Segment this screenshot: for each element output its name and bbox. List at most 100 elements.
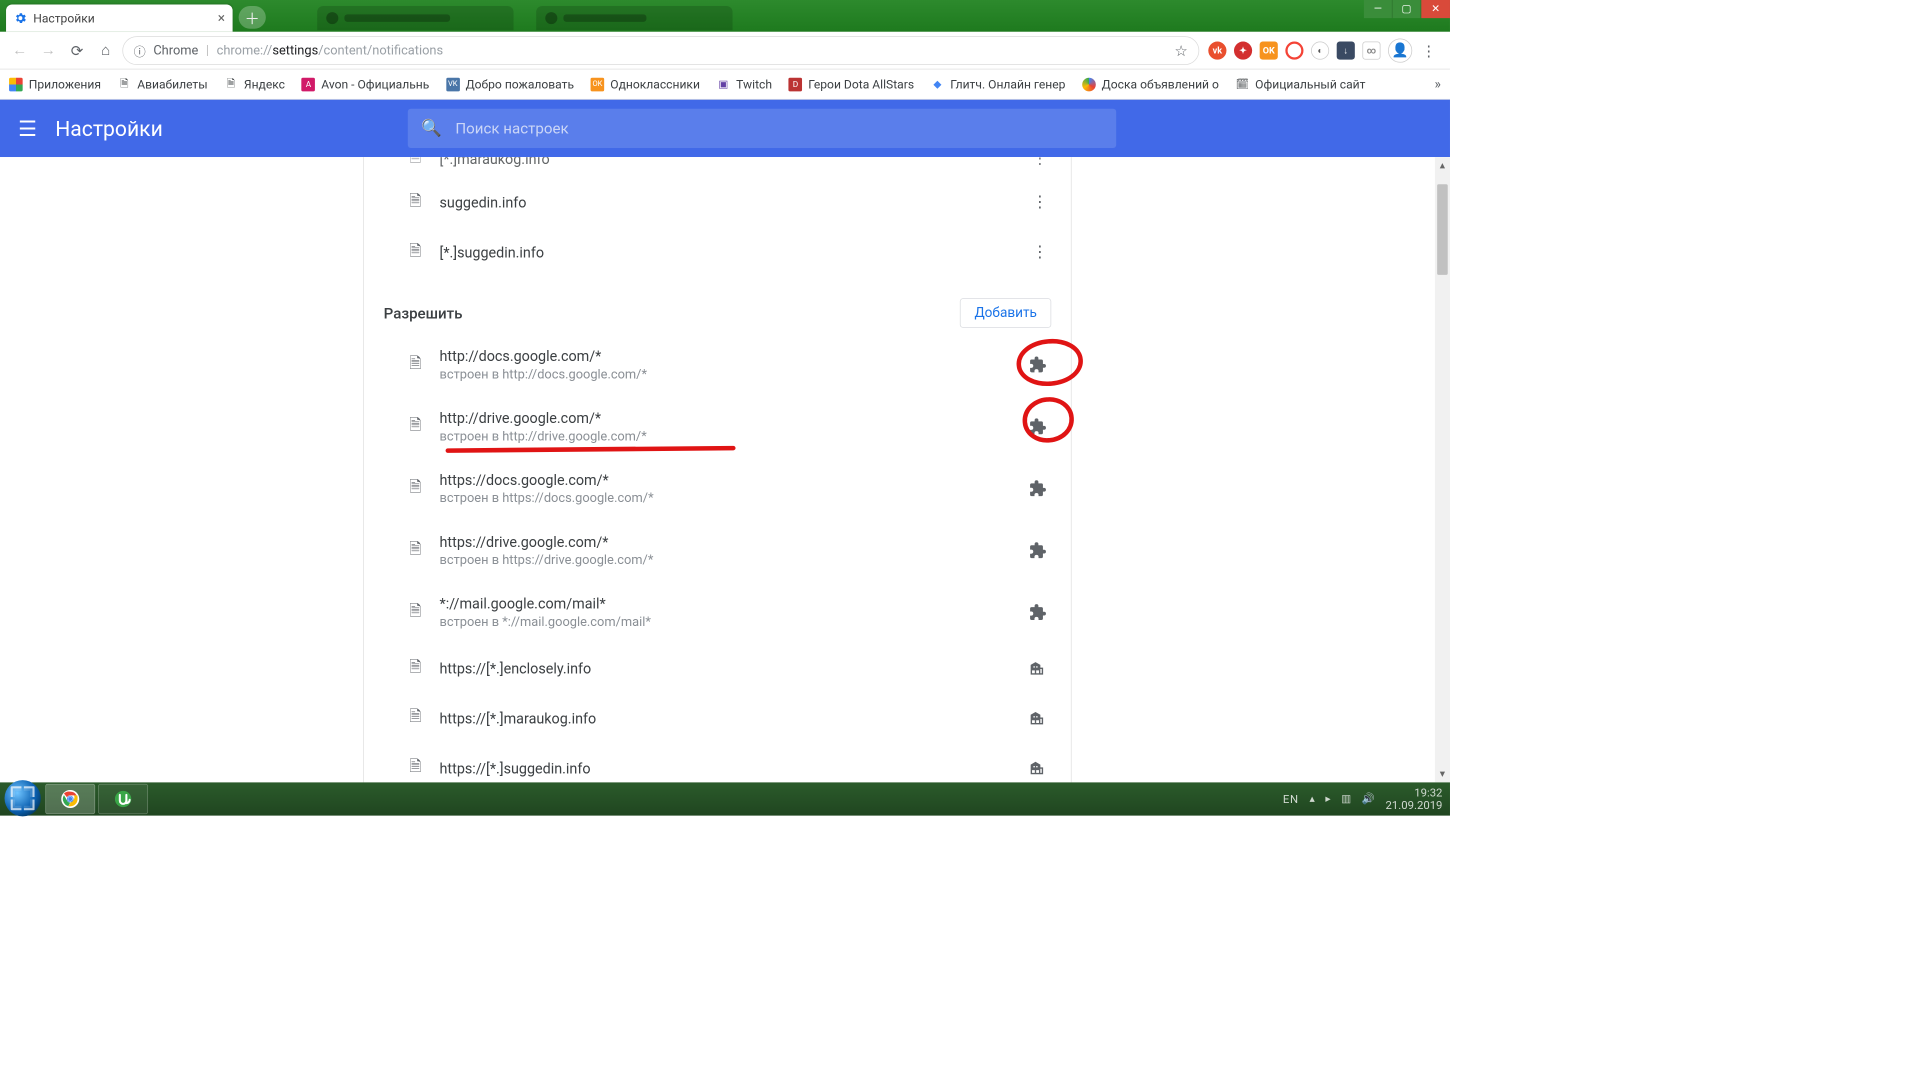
tab-title: Настройки	[33, 11, 94, 25]
bookmark-item[interactable]: ◆Глитч. Онлайн генер	[931, 77, 1066, 91]
extension-icon[interactable]: ◐	[1311, 41, 1329, 59]
bookmark-item[interactable]: VKДобро пожаловать	[446, 77, 574, 91]
ghost-tab[interactable]	[536, 6, 732, 30]
bookmark-item[interactable]: DГерои Dota AllStars	[789, 77, 914, 91]
extension-icon[interactable]: ✦	[1234, 41, 1252, 59]
allow-section-title: Разрешить	[384, 304, 463, 322]
start-button[interactable]	[5, 780, 41, 816]
allow-section-header: Разрешить Добавить	[364, 277, 1071, 334]
twitch-icon: ▣	[717, 77, 731, 91]
dota-icon: D	[789, 77, 803, 91]
window-minimize-button[interactable]: —	[1364, 0, 1393, 18]
extension-icon	[1029, 603, 1052, 621]
page-icon: 🗎	[409, 476, 426, 502]
tray-network-icon[interactable]: ▥	[1341, 793, 1351, 805]
scroll-thumb[interactable]	[1437, 184, 1448, 275]
row-menu-button[interactable]: ⋮	[1029, 243, 1052, 262]
ghost-tab[interactable]	[317, 6, 513, 30]
extension-icon[interactable]	[1285, 41, 1303, 59]
allowed-site-row[interactable]: 🗎https://drive.google.com/*встроен в htt…	[364, 520, 1071, 582]
tray-show-hidden-icon[interactable]: ▴	[1309, 793, 1314, 805]
browser-tab-active[interactable]: Настройки ×	[6, 5, 233, 32]
tray-clock[interactable]: 19:32 21.09.2019	[1386, 787, 1443, 812]
bookmark-item[interactable]: Доска объявлений о	[1082, 77, 1219, 91]
extension-icon[interactable]: vk	[1208, 41, 1226, 59]
settings-menu-button[interactable]: ☰	[18, 116, 37, 141]
add-site-button[interactable]: Добавить	[960, 298, 1051, 327]
settings-search[interactable]: 🔍 Поиск настроек	[408, 109, 1116, 148]
bookmark-item[interactable]: 🗎Яндекс	[224, 77, 285, 91]
nav-home-button[interactable]: ⌂	[94, 38, 118, 62]
org-icon	[1029, 760, 1052, 777]
extension-icon[interactable]: ↓	[1337, 41, 1355, 59]
extension-icon	[1029, 356, 1052, 374]
blocked-site-row[interactable]: 🗎 [*.]suggedin.info ⋮	[364, 227, 1071, 277]
allowed-site-row[interactable]: 🗎https://[*.]maraukog.info	[364, 693, 1071, 743]
page-icon: 🗎	[409, 705, 426, 731]
org-icon	[1029, 710, 1052, 727]
omnibox-url: chrome://settings/content/notifications	[217, 43, 444, 58]
content-scrollbar[interactable]: ▴ ▾	[1435, 157, 1450, 782]
org-icon	[1029, 660, 1052, 677]
row-menu-button[interactable]: ⋮	[1029, 157, 1052, 168]
bookmark-item[interactable]: AAvon - Официальнь	[302, 77, 430, 91]
bookmark-apps[interactable]: Приложения	[9, 77, 101, 91]
extension-icon[interactable]: ∞	[1362, 41, 1380, 59]
allowed-site-row[interactable]: 🗎https://docs.google.com/*встроен в http…	[364, 458, 1071, 520]
page-icon: 🗎	[409, 538, 426, 564]
search-placeholder: Поиск настроек	[455, 119, 568, 137]
new-tab-button[interactable]: ＋	[239, 6, 266, 29]
glitch-icon: ◆	[931, 77, 945, 91]
window-maximize-button[interactable]: ▢	[1393, 0, 1422, 18]
site-info-icon[interactable]: ⓘ	[134, 41, 146, 59]
row-menu-button[interactable]: ⋮	[1029, 193, 1052, 212]
bookmarks-overflow-button[interactable]: »	[1435, 76, 1441, 92]
bookmark-item[interactable]: 🗓Официальный сайт	[1236, 77, 1366, 91]
bookmarks-bar: Приложения 🗎Авиабилеты 🗎Яндекс AAvon - О…	[0, 69, 1450, 99]
allowed-site-row[interactable]: 🗎http://docs.google.com/*встроен в http:…	[364, 334, 1071, 396]
page-icon: 🗎	[118, 77, 132, 91]
allowed-site-row[interactable]: 🗎http://drive.google.com/*встроен в http…	[364, 396, 1071, 458]
page-icon: 🗎	[409, 157, 426, 171]
settings-header: ☰ Настройки 🔍 Поиск настроек	[0, 100, 1450, 157]
allowed-site-row[interactable]: 🗎https://[*.]suggedin.info	[364, 743, 1071, 782]
nav-reload-button[interactable]: ⟳	[65, 38, 89, 62]
page-icon: 🗎	[409, 600, 426, 626]
taskbar-app-utorrent[interactable]	[98, 784, 148, 814]
allowed-site-row[interactable]: 🗎*://mail.google.com/mail*встроен в *://…	[364, 582, 1071, 644]
tray-volume-icon[interactable]: 🔊	[1362, 793, 1375, 805]
blocked-site-row[interactable]: 🗎 [*.]maraukog.info ⋮	[364, 157, 1071, 177]
omnibox[interactable]: ⓘ Chrome | chrome://settings/content/not…	[122, 36, 1199, 65]
allowed-site-row[interactable]: 🗎https://[*.]enclosely.info	[364, 643, 1071, 693]
bookmark-item[interactable]: ▣Twitch	[717, 77, 772, 91]
tray-language[interactable]: EN	[1283, 792, 1299, 806]
extension-icon[interactable]: OK	[1260, 41, 1278, 59]
browser-toolbar: ← → ⟳ ⌂ ⓘ Chrome | chrome://settings/con…	[0, 32, 1450, 70]
ok-icon: OK	[591, 77, 605, 91]
blocked-site-row[interactable]: 🗎 suggedin.info ⋮	[364, 177, 1071, 227]
gear-icon	[14, 11, 28, 25]
windows-taskbar: EN ▴ ▸ ▥ 🔊 19:32 21.09.2019	[0, 782, 1450, 815]
settings-content: 🗎 [*.]maraukog.info ⋮ 🗎 suggedin.info ⋮ …	[0, 157, 1450, 782]
chrome-menu-button[interactable]: ⋮	[1420, 41, 1438, 59]
bookmark-item[interactable]: 🗎Авиабилеты	[118, 77, 208, 91]
notifications-card: 🗎 [*.]maraukog.info ⋮ 🗎 suggedin.info ⋮ …	[363, 157, 1071, 782]
page-icon: 🗎	[409, 414, 426, 440]
tray-flag-icon[interactable]: ▸	[1325, 793, 1330, 805]
taskbar-app-chrome[interactable]	[45, 784, 95, 814]
scroll-down-button[interactable]: ▾	[1435, 766, 1450, 783]
profile-avatar[interactable]: 👤	[1388, 38, 1412, 62]
extension-icon	[1029, 541, 1052, 559]
nav-back-button[interactable]: ←	[8, 38, 32, 62]
extension-icon	[1029, 480, 1052, 498]
omnibox-prefix: Chrome	[153, 43, 198, 58]
bookmark-star-icon[interactable]: ☆	[1174, 41, 1188, 59]
page-icon: 🗎	[224, 77, 238, 91]
extension-icon	[1029, 418, 1052, 436]
nav-forward-button[interactable]: →	[36, 38, 60, 62]
window-close-button[interactable]: ✕	[1421, 0, 1450, 18]
inactive-tabs-area	[317, 5, 732, 32]
scroll-up-button[interactable]: ▴	[1435, 157, 1450, 174]
close-tab-icon[interactable]: ×	[218, 10, 225, 26]
bookmark-item[interactable]: OKОдноклассники	[591, 77, 700, 91]
